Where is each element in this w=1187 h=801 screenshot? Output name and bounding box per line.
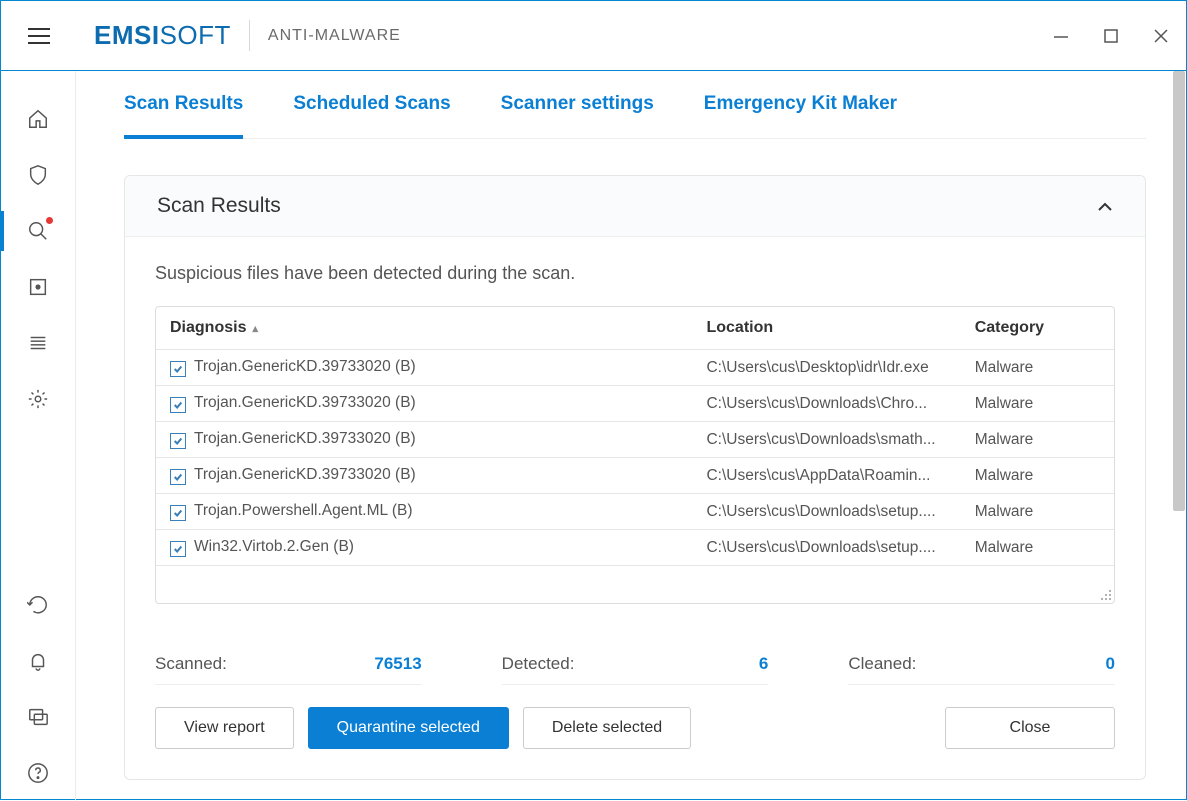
row-location: C:\Users\cus\AppData\Roamin... bbox=[692, 458, 960, 494]
row-category: Malware bbox=[961, 530, 1114, 566]
stat-cleaned: Cleaned: 0 bbox=[848, 654, 1115, 685]
row-category: Malware bbox=[961, 422, 1114, 458]
scrollbar[interactable] bbox=[1172, 71, 1186, 511]
brand: EMSISOFT ANTI-MALWARE bbox=[76, 20, 401, 51]
delete-selected-button[interactable]: Delete selected bbox=[523, 707, 691, 749]
panel-title: Scan Results bbox=[157, 194, 281, 218]
row-diagnosis: Trojan.GenericKD.39733020 (B) bbox=[194, 430, 416, 447]
row-category: Malware bbox=[961, 386, 1114, 422]
stats-row: Scanned: 76513 Detected: 6 Cleaned: 0 bbox=[155, 654, 1115, 685]
minimize-button[interactable] bbox=[1036, 16, 1086, 56]
close-button[interactable] bbox=[1136, 16, 1186, 56]
action-row: View report Quarantine selected Delete s… bbox=[155, 707, 1115, 749]
sidebar-settings[interactable] bbox=[1, 371, 75, 427]
results-table: Diagnosis Location Category Trojan.Gener… bbox=[156, 307, 1114, 565]
column-category[interactable]: Category bbox=[961, 307, 1114, 350]
table-row[interactable]: Win32.Virtob.2.Gen (B) C:\Users\cus\Downl… bbox=[156, 530, 1114, 566]
row-location: C:\Users\cus\Downloads\setup.... bbox=[692, 530, 960, 566]
row-diagnosis: Trojan.GenericKD.39733020 (B) bbox=[194, 394, 416, 411]
window-controls bbox=[1036, 16, 1186, 56]
stat-scanned: Scanned: 76513 bbox=[155, 654, 422, 685]
view-report-button[interactable]: View report bbox=[155, 707, 294, 749]
row-diagnosis: Trojan.GenericKD.39733020 (B) bbox=[194, 466, 416, 483]
table-row[interactable]: Trojan.Powershell.Agent.ML (B) C:\Users\c… bbox=[156, 494, 1114, 530]
stat-cleaned-label: Cleaned: bbox=[848, 654, 916, 674]
tab-bar: Scan Results Scheduled Scans Scanner set… bbox=[124, 71, 1146, 139]
row-category: Malware bbox=[961, 350, 1114, 386]
sidebar bbox=[1, 71, 76, 801]
table-row[interactable]: Trojan.GenericKD.39733020 (B) C:\Users\cu… bbox=[156, 422, 1114, 458]
titlebar: EMSISOFT ANTI-MALWARE bbox=[1, 1, 1186, 71]
sidebar-feedback[interactable] bbox=[1, 689, 75, 745]
sidebar-home[interactable] bbox=[1, 91, 75, 147]
row-category: Malware bbox=[961, 458, 1114, 494]
stat-detected: Detected: 6 bbox=[502, 654, 769, 685]
column-location[interactable]: Location bbox=[692, 307, 960, 350]
row-checkbox[interactable] bbox=[170, 397, 186, 413]
row-diagnosis: Trojan.GenericKD.39733020 (B) bbox=[194, 358, 416, 375]
sidebar-notifications[interactable] bbox=[1, 633, 75, 689]
results-panel: Scan Results Suspicious files have been … bbox=[124, 175, 1146, 780]
menu-button[interactable] bbox=[1, 27, 76, 45]
row-location: C:\Users\cus\Downloads\smath... bbox=[692, 422, 960, 458]
row-category: Malware bbox=[961, 494, 1114, 530]
tab-scheduled-scans[interactable]: Scheduled Scans bbox=[293, 93, 450, 138]
scrollbar-thumb[interactable] bbox=[1173, 71, 1185, 511]
table-footer bbox=[156, 565, 1114, 603]
stat-detected-value: 6 bbox=[759, 654, 768, 674]
sidebar-help[interactable] bbox=[1, 745, 75, 801]
tab-scanner-settings[interactable]: Scanner settings bbox=[501, 93, 654, 138]
tab-emergency-kit[interactable]: Emergency Kit Maker bbox=[704, 93, 897, 138]
panel-body: Suspicious files have been detected duri… bbox=[125, 237, 1145, 779]
sidebar-scan[interactable] bbox=[1, 203, 75, 259]
brand-subtitle: ANTI-MALWARE bbox=[250, 27, 401, 45]
panel-header[interactable]: Scan Results bbox=[125, 176, 1145, 237]
row-checkbox[interactable] bbox=[170, 433, 186, 449]
resize-grip-icon[interactable] bbox=[1100, 589, 1112, 601]
table-row[interactable]: Trojan.GenericKD.39733020 (B) C:\Users\cu… bbox=[156, 350, 1114, 386]
sidebar-protection[interactable] bbox=[1, 147, 75, 203]
row-diagnosis: Trojan.Powershell.Agent.ML (B) bbox=[194, 502, 413, 519]
maximize-button[interactable] bbox=[1086, 16, 1136, 56]
table-row[interactable]: Trojan.GenericKD.39733020 (B) C:\Users\cu… bbox=[156, 386, 1114, 422]
stat-cleaned-value: 0 bbox=[1106, 654, 1115, 674]
collapse-icon[interactable] bbox=[1097, 194, 1113, 218]
row-checkbox[interactable] bbox=[170, 361, 186, 377]
table-row[interactable]: Trojan.GenericKD.39733020 (B) C:\Users\cu… bbox=[156, 458, 1114, 494]
stat-detected-label: Detected: bbox=[502, 654, 575, 674]
notification-dot-icon bbox=[46, 217, 53, 224]
stat-scanned-value: 76513 bbox=[374, 654, 421, 674]
sidebar-sync[interactable] bbox=[1, 577, 75, 633]
row-location: C:\Users\cus\Desktop\idr\Idr.exe bbox=[692, 350, 960, 386]
row-location: C:\Users\cus\Downloads\setup.... bbox=[692, 494, 960, 530]
sidebar-quarantine[interactable] bbox=[1, 259, 75, 315]
results-table-wrap: Diagnosis Location Category Trojan.Gener… bbox=[155, 306, 1115, 604]
row-location: C:\Users\cus\Downloads\Chro... bbox=[692, 386, 960, 422]
close-results-button[interactable]: Close bbox=[945, 707, 1115, 749]
scan-message: Suspicious files have been detected duri… bbox=[155, 263, 1115, 284]
row-checkbox[interactable] bbox=[170, 541, 186, 557]
row-checkbox[interactable] bbox=[170, 505, 186, 521]
stat-scanned-label: Scanned: bbox=[155, 654, 227, 674]
column-diagnosis[interactable]: Diagnosis bbox=[156, 307, 692, 350]
main-content: Scan Results Scheduled Scans Scanner set… bbox=[76, 71, 1186, 801]
row-diagnosis: Win32.Virtob.2.Gen (B) bbox=[194, 538, 354, 555]
row-checkbox[interactable] bbox=[170, 469, 186, 485]
quarantine-selected-button[interactable]: Quarantine selected bbox=[308, 707, 509, 749]
brand-logo: EMSISOFT bbox=[76, 20, 250, 51]
tab-scan-results[interactable]: Scan Results bbox=[124, 93, 243, 139]
sidebar-logs[interactable] bbox=[1, 315, 75, 371]
